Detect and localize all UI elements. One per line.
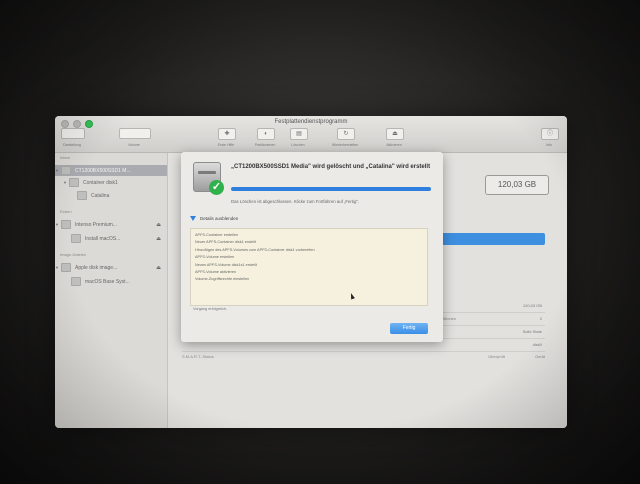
dialog-title: „CT1200BX500SSD1 Media" wird gelöscht un… — [231, 164, 431, 170]
progress-bar — [231, 187, 431, 191]
volume-icon — [71, 277, 81, 286]
sidebar-item-label: CT1200BX500SSD1 M... — [75, 167, 131, 174]
volume-icon — [77, 191, 87, 200]
sidebar-section-internal: Intern — [60, 155, 71, 160]
first-aid-label: Erste Hilfe — [217, 143, 235, 147]
capacity-display: 120,03 GB — [485, 175, 549, 195]
info-icon: ⓘ — [546, 131, 553, 137]
sidebar-item-intenso[interactable]: ▼ Intenso Premium... ⏏ — [55, 219, 167, 230]
partition-button[interactable]: ◐ — [257, 128, 275, 140]
restore-icon: ↻ — [343, 131, 349, 137]
status-row: S.M.A.R.T.-Status Überprüft Gerät — [182, 351, 545, 364]
sidebar-item-catalina[interactable]: Catalina — [55, 190, 167, 201]
log-line: Volume-Zugriffsrechte einstellen — [195, 277, 250, 282]
details-toggle-label: Details ausblenden — [200, 216, 239, 221]
smart-status-value: Überprüft — [488, 354, 505, 359]
details-toggle[interactable]: Details ausblenden — [190, 216, 238, 221]
drive-icon — [61, 166, 71, 175]
log-line: APFS-Volume erstellen — [195, 255, 235, 260]
view-toggle-button[interactable] — [61, 128, 85, 139]
sidebar-item-label: Container disk1 — [83, 179, 118, 186]
view-label: Darstellung — [63, 143, 81, 147]
sidebar-item-label: macOS Base Syst... — [85, 278, 130, 285]
sidebar-item-label: Intenso Premium... — [75, 221, 117, 228]
mount-icon: ⏏ — [392, 131, 398, 137]
erase-progress-dialog: ✓ „CT1200BX500SSD1 Media" wird gelöscht … — [181, 152, 443, 342]
partition-label: Partitionieren — [254, 143, 276, 147]
disclosure-triangle-icon[interactable] — [190, 216, 196, 221]
stethoscope-icon: ✚ — [224, 131, 230, 137]
mount-button[interactable]: ⏏ — [386, 128, 404, 140]
sidebar-section-images: Image-Dateien — [60, 252, 87, 257]
log-line: Hinzufügen des APFS-Volumes zum APFS-Con… — [195, 247, 315, 252]
restore-label: Wiederherstellen — [331, 143, 359, 147]
info-table: 120,03 GB Partitionen 2 Solid State disk… — [433, 300, 545, 352]
sidebar-item-ssd[interactable]: ▼ CT1200BX500SSD1 M... — [55, 165, 167, 176]
smart-status-label: S.M.A.R.T.-Status — [182, 354, 214, 359]
volume-add-remove-button[interactable] — [119, 128, 151, 139]
sidebar-item-base-system[interactable]: macOS Base Syst... — [55, 276, 167, 287]
mount-label: Aktivieren — [386, 143, 402, 147]
info-row: Partitionen 2 — [433, 313, 545, 326]
info-row: Solid State — [433, 326, 545, 339]
info-button[interactable]: ⓘ — [541, 128, 559, 140]
usb-drive-icon — [61, 220, 71, 229]
device-label: Gerät — [534, 354, 545, 359]
restore-button[interactable]: ↻ — [337, 128, 355, 140]
done-button[interactable]: Fertig — [390, 323, 428, 334]
erase-label: Löschen — [291, 143, 305, 147]
volume-label: Volume — [128, 143, 140, 147]
sidebar: Intern ▼ CT1200BX500SSD1 M... ▼ Containe… — [55, 153, 168, 428]
sidebar-section-external: Extern — [60, 209, 72, 214]
usage-bar — [433, 233, 545, 245]
log-line: APFS-Container erstellen — [195, 233, 239, 237]
dialog-message: Das Löschen ist abgeschlossen. Klicke zu… — [231, 199, 360, 204]
window-title: Festplattendienstprogramm — [274, 119, 348, 125]
log-line: APFS-Volume aktivieren — [195, 269, 237, 274]
sidebar-item-install-macos[interactable]: Install macOS... ⏏ — [55, 233, 167, 244]
log-line: Neues APFS-Volume disk1s1 erstellt — [195, 262, 257, 267]
progress-bar-fill — [231, 187, 431, 191]
container-icon — [69, 178, 79, 187]
eject-icon[interactable]: ⏏ — [156, 265, 161, 271]
first-aid-button[interactable]: ✚ — [218, 128, 236, 140]
operation-log[interactable]: APFS-Container erstellen Neuer APFS-Conta… — [190, 228, 428, 306]
erase-button[interactable]: ▤ — [290, 128, 308, 140]
window-toolbar: Festplattendienstprogramm Darstellung Vo… — [55, 116, 567, 153]
sidebar-item-label: Apple disk image... — [75, 264, 118, 271]
disk-image-icon — [61, 263, 71, 272]
photo-background: Festplattendienstprogramm Darstellung Vo… — [0, 0, 640, 484]
info-row-value: 2 — [539, 316, 542, 321]
operation-result: Vorgang erfolgreich. — [193, 307, 227, 311]
eject-icon[interactable]: ⏏ — [156, 236, 161, 242]
eject-icon[interactable]: ⏏ — [156, 222, 161, 228]
checkmark-icon: ✓ — [209, 180, 224, 195]
info-label: Info — [546, 143, 552, 147]
erase-icon: ▤ — [296, 131, 302, 137]
sidebar-item-label: Install macOS... — [85, 235, 121, 242]
volume-icon — [71, 234, 81, 243]
sidebar-item-container[interactable]: ▼ Container disk1 — [55, 177, 167, 188]
info-row: 120,03 GB — [433, 300, 545, 313]
sidebar-item-label: Catalina — [91, 192, 110, 199]
partition-icon: ◐ — [264, 131, 268, 137]
sidebar-item-disk-image[interactable]: ▼ Apple disk image... ⏏ — [55, 262, 167, 273]
log-line: Neuer APFS-Container disk1 erstellt — [195, 240, 256, 245]
